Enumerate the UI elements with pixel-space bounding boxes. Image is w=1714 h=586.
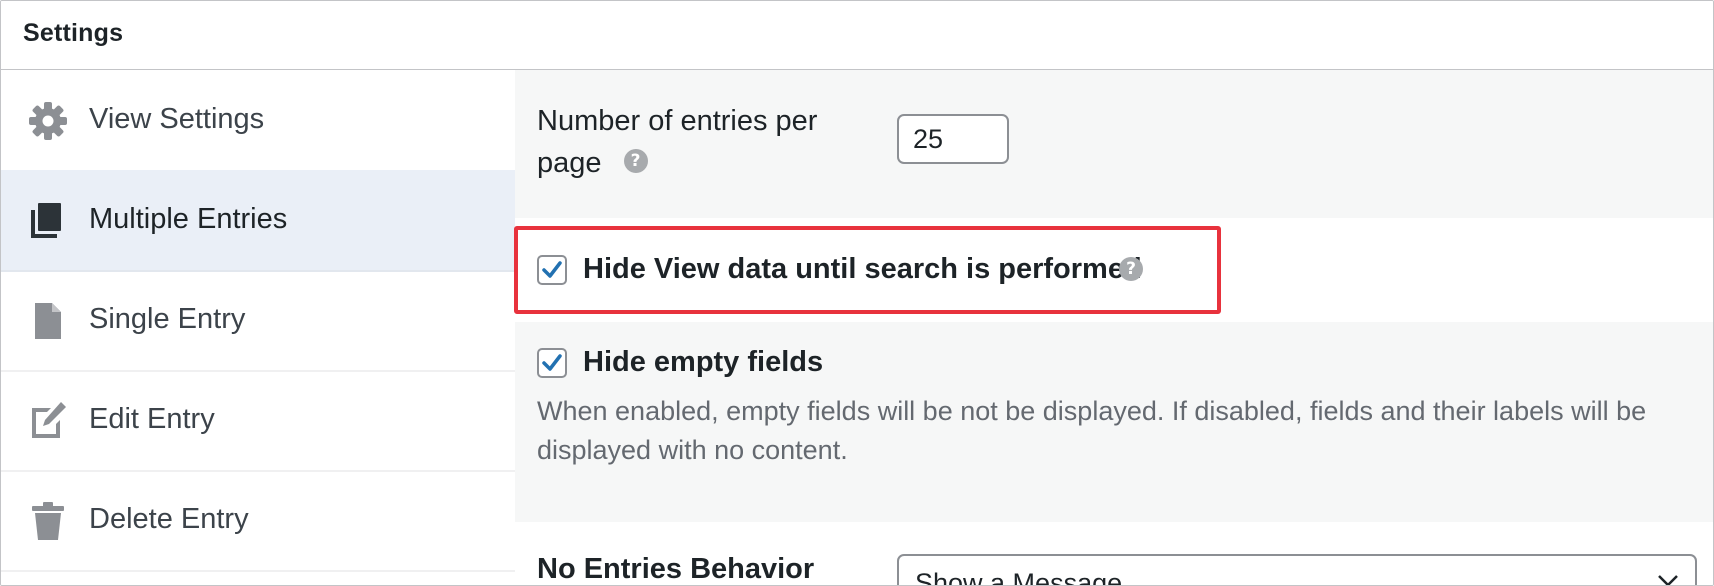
tab-label: Delete Entry bbox=[89, 503, 249, 535]
tab-label: Single Entry bbox=[89, 303, 246, 335]
no-entries-behavior-label: No Entries Behavior bbox=[537, 553, 815, 585]
entries-per-page-label-line1: Number of entries per bbox=[537, 105, 818, 137]
hide-empty-fields-description: When enabled, empty fields will be not b… bbox=[537, 396, 1647, 465]
no-entries-behavior-row: No Entries Behavior Show a Message bbox=[515, 522, 1713, 585]
panel-title: Settings bbox=[23, 19, 124, 47]
checkmark-icon bbox=[542, 354, 562, 371]
entries-per-page-input[interactable] bbox=[897, 114, 1009, 164]
tab-single-entry[interactable]: Single Entry bbox=[1, 270, 515, 372]
tab-view-settings[interactable]: View Settings bbox=[1, 70, 515, 172]
hide-empty-fields-label[interactable]: Hide empty fields bbox=[583, 346, 823, 379]
tab-label: Multiple Entries bbox=[89, 203, 288, 235]
entries-per-page-row: Number of entries per page ? bbox=[515, 70, 1713, 218]
hide-empty-fields-checkbox[interactable] bbox=[537, 348, 567, 378]
tab-edit-entry[interactable]: Edit Entry bbox=[1, 370, 515, 472]
settings-sidebar: View Settings Multiple Entries Single En… bbox=[1, 70, 515, 585]
edit-icon bbox=[27, 400, 69, 442]
help-icon[interactable]: ? bbox=[623, 149, 648, 174]
chevron-down-icon bbox=[1657, 574, 1679, 585]
tab-delete-entry[interactable]: Delete Entry bbox=[1, 470, 515, 572]
copy-icon bbox=[27, 200, 69, 242]
no-entries-behavior-select[interactable]: Show a Message bbox=[897, 554, 1697, 586]
entries-per-page-label-line2: page bbox=[537, 147, 602, 179]
document-icon bbox=[27, 300, 69, 342]
entries-per-page-label: Number of entries per page ? bbox=[537, 100, 817, 184]
select-value: Show a Message bbox=[915, 568, 1123, 586]
highlight-box bbox=[514, 226, 1221, 314]
hide-empty-fields-row: Hide empty fields When enabled, empty fi… bbox=[515, 322, 1713, 522]
tab-label: View Settings bbox=[89, 103, 265, 135]
trash-icon bbox=[27, 500, 69, 542]
tab-label: Edit Entry bbox=[89, 403, 215, 435]
settings-content: Number of entries per page ? Hide View d… bbox=[515, 70, 1713, 585]
gear-icon bbox=[27, 100, 69, 142]
tab-multiple-entries[interactable]: Multiple Entries bbox=[1, 170, 515, 272]
panel-header: Settings bbox=[1, 1, 1713, 70]
